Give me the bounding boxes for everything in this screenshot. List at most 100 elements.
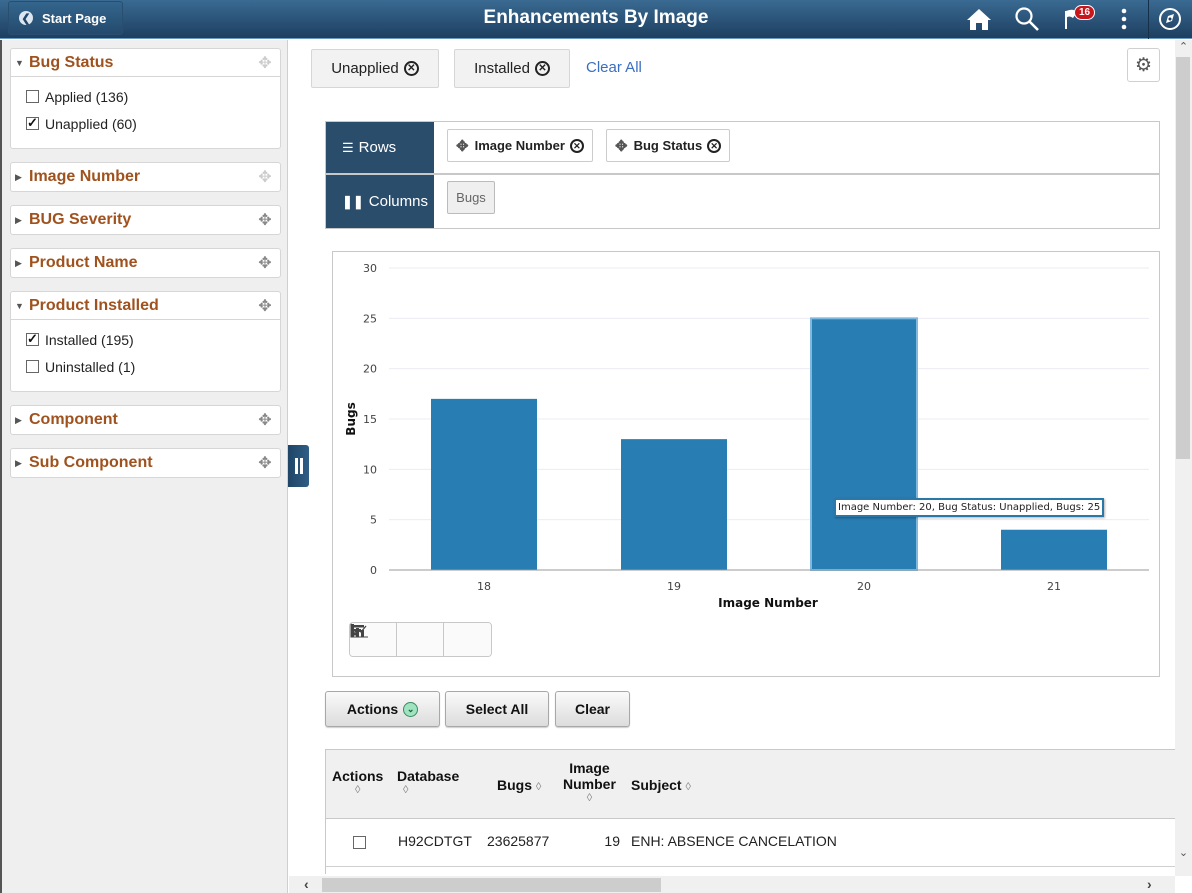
more-options-icon[interactable]: [1110, 6, 1138, 32]
column-header-subject[interactable]: Subject ◊: [631, 777, 691, 795]
facet-header[interactable]: ▶ BUG Severity ✥: [11, 206, 280, 234]
scroll-down-icon[interactable]: ⌄: [1175, 846, 1192, 863]
column-header-database[interactable]: Database ◊: [397, 768, 459, 797]
remove-field-icon[interactable]: ✕: [707, 138, 722, 153]
scroll-left-icon[interactable]: ‹: [304, 876, 309, 892]
checkbox[interactable]: [26, 331, 39, 347]
facet-title: Image Number: [29, 168, 141, 185]
column-header-actions[interactable]: Actions ◊: [332, 768, 383, 797]
gear-icon: ⚙: [1134, 54, 1153, 76]
facet-panel: ▼ Bug Status ✥ Applied (136) Unapplied (…: [0, 40, 288, 893]
facet-option[interactable]: Unapplied (60): [26, 110, 280, 137]
facet-header[interactable]: ▶ Sub Component ✥: [11, 449, 280, 477]
remove-filter-icon[interactable]: ✕: [403, 61, 419, 76]
move-icon[interactable]: ✥: [250, 296, 280, 316]
rows-label: ☰ Rows: [326, 122, 434, 173]
facet-option[interactable]: Uninstalled (1): [26, 353, 280, 380]
bar[interactable]: [1001, 529, 1107, 570]
line-chart-icon[interactable]: [350, 623, 444, 656]
column-header-image-number[interactable]: Image Number ◊: [563, 760, 616, 805]
pivot-columns: ❚❚ Columns Bugs: [326, 175, 1159, 228]
move-icon[interactable]: ✥: [250, 453, 280, 473]
filter-chip-installed[interactable]: Installed ✕: [454, 49, 570, 88]
chevron-down-icon: ⌄: [403, 701, 419, 717]
move-icon[interactable]: ✥: [250, 53, 280, 73]
row-checkbox[interactable]: [353, 836, 366, 849]
column-header-bugs[interactable]: Bugs ◊: [497, 777, 541, 795]
y-axis-title: Bugs: [344, 402, 358, 435]
navbar-compass-icon[interactable]: [1156, 6, 1184, 32]
y-tick-label: 15: [363, 413, 377, 426]
facet-header[interactable]: ▼ Product Installed ✥: [11, 292, 280, 320]
checkbox[interactable]: [26, 115, 39, 131]
cell-bugs: 23625877: [487, 833, 550, 849]
move-icon[interactable]: ✥: [250, 410, 280, 430]
y-tick-label: 5: [370, 514, 377, 527]
vertical-scrollbar[interactable]: ⌃ ⌄: [1175, 40, 1192, 876]
checkbox[interactable]: [26, 360, 39, 373]
home-icon[interactable]: [965, 6, 993, 32]
scrollbar-thumb[interactable]: [322, 878, 661, 892]
facet-option[interactable]: Installed (195): [26, 326, 280, 353]
rows-icon: ☰: [342, 139, 354, 155]
x-tick-label: 21: [1047, 580, 1061, 593]
scrollbar-thumb[interactable]: [1176, 57, 1190, 459]
row-field-bug-status[interactable]: ✥ Bug Status ✕: [606, 129, 731, 162]
facet-option[interactable]: Applied (136): [26, 83, 280, 110]
select-all-button[interactable]: Select All: [445, 691, 549, 727]
panel-collapse-handle[interactable]: [288, 445, 309, 487]
facet-title: Bug Status: [29, 53, 114, 71]
filter-chip-unapplied[interactable]: Unapplied ✕: [311, 49, 439, 88]
y-tick-label: 30: [363, 262, 377, 275]
app-header: ❮ Start Page Enhancements By Image 16: [0, 0, 1192, 39]
y-tick-label: 0: [370, 564, 377, 577]
x-tick-label: 19: [667, 580, 681, 593]
x-tick-label: 18: [477, 580, 491, 593]
move-icon[interactable]: ✥: [615, 137, 628, 155]
chart-svg: 0 5 10 15 20 25 30 18 19 20 21 Image Number Bugs: [344, 262, 1149, 610]
pivot-rows: ☰ Rows ✥ Image Number ✕ ✥ Bug Status ✕: [326, 122, 1159, 175]
row-field-image-number[interactable]: ✥ Image Number ✕: [447, 129, 593, 162]
move-icon[interactable]: ✥: [456, 137, 469, 155]
scroll-up-icon[interactable]: ⌃: [1175, 40, 1192, 57]
facet-header[interactable]: ▶ Product Name ✥: [11, 249, 280, 277]
y-tick-label: 10: [363, 463, 377, 476]
chart-tooltip: Image Number: 20, Bug Status: Unapplied,…: [834, 498, 1105, 517]
y-tick-label: 25: [363, 312, 377, 325]
y-tick-label: 20: [363, 363, 377, 376]
move-icon[interactable]: ✥: [250, 210, 280, 230]
move-icon[interactable]: ✥: [250, 253, 280, 273]
search-icon[interactable]: [1013, 6, 1041, 32]
remove-field-icon[interactable]: ✕: [569, 138, 584, 153]
facet-header[interactable]: ▶ Image Number ✥: [11, 163, 280, 191]
actions-dropdown-button[interactable]: Actions ⌄: [325, 691, 440, 727]
grid-header: Actions ◊ Database ◊ Bugs ◊ Image Number ◊ S…: [326, 749, 1175, 819]
sort-icon: ◊: [354, 784, 361, 796]
facet-component: ▶ Component ✥: [10, 405, 281, 435]
clear-button[interactable]: Clear: [555, 691, 630, 727]
bar[interactable]: [621, 439, 727, 570]
facet-title: Product Installed: [29, 296, 159, 314]
facet-header[interactable]: ▼ Bug Status ✥: [11, 49, 280, 77]
expand-triangle-icon: ▶: [15, 214, 22, 225]
expand-triangle-icon: ▶: [15, 257, 22, 268]
checkbox[interactable]: [26, 90, 39, 103]
bar[interactable]: [431, 398, 537, 570]
remove-filter-icon[interactable]: ✕: [534, 61, 550, 76]
move-icon[interactable]: ✥: [250, 167, 280, 187]
bar[interactable]: [810, 317, 918, 572]
field-label: Image Number: [474, 138, 565, 153]
facet-title: BUG Severity: [29, 211, 132, 228]
horizontal-bar-chart-icon[interactable]: [350, 623, 491, 656]
notification-flag-icon[interactable]: 16: [1060, 5, 1096, 32]
horizontal-scrollbar[interactable]: ‹ ›: [289, 876, 1175, 893]
settings-gear-button[interactable]: ⚙: [1127, 48, 1160, 82]
sort-icon: ◊: [403, 784, 409, 796]
column-field-bugs[interactable]: Bugs: [447, 181, 495, 214]
cell-database: H92CDTGT: [398, 833, 472, 849]
clear-all-link[interactable]: Clear All: [586, 59, 642, 76]
sort-icon: ◊: [586, 792, 593, 804]
scroll-right-icon[interactable]: ›: [1147, 876, 1152, 892]
facet-title: Component: [29, 411, 118, 428]
facet-header[interactable]: ▶ Component ✥: [11, 406, 280, 434]
